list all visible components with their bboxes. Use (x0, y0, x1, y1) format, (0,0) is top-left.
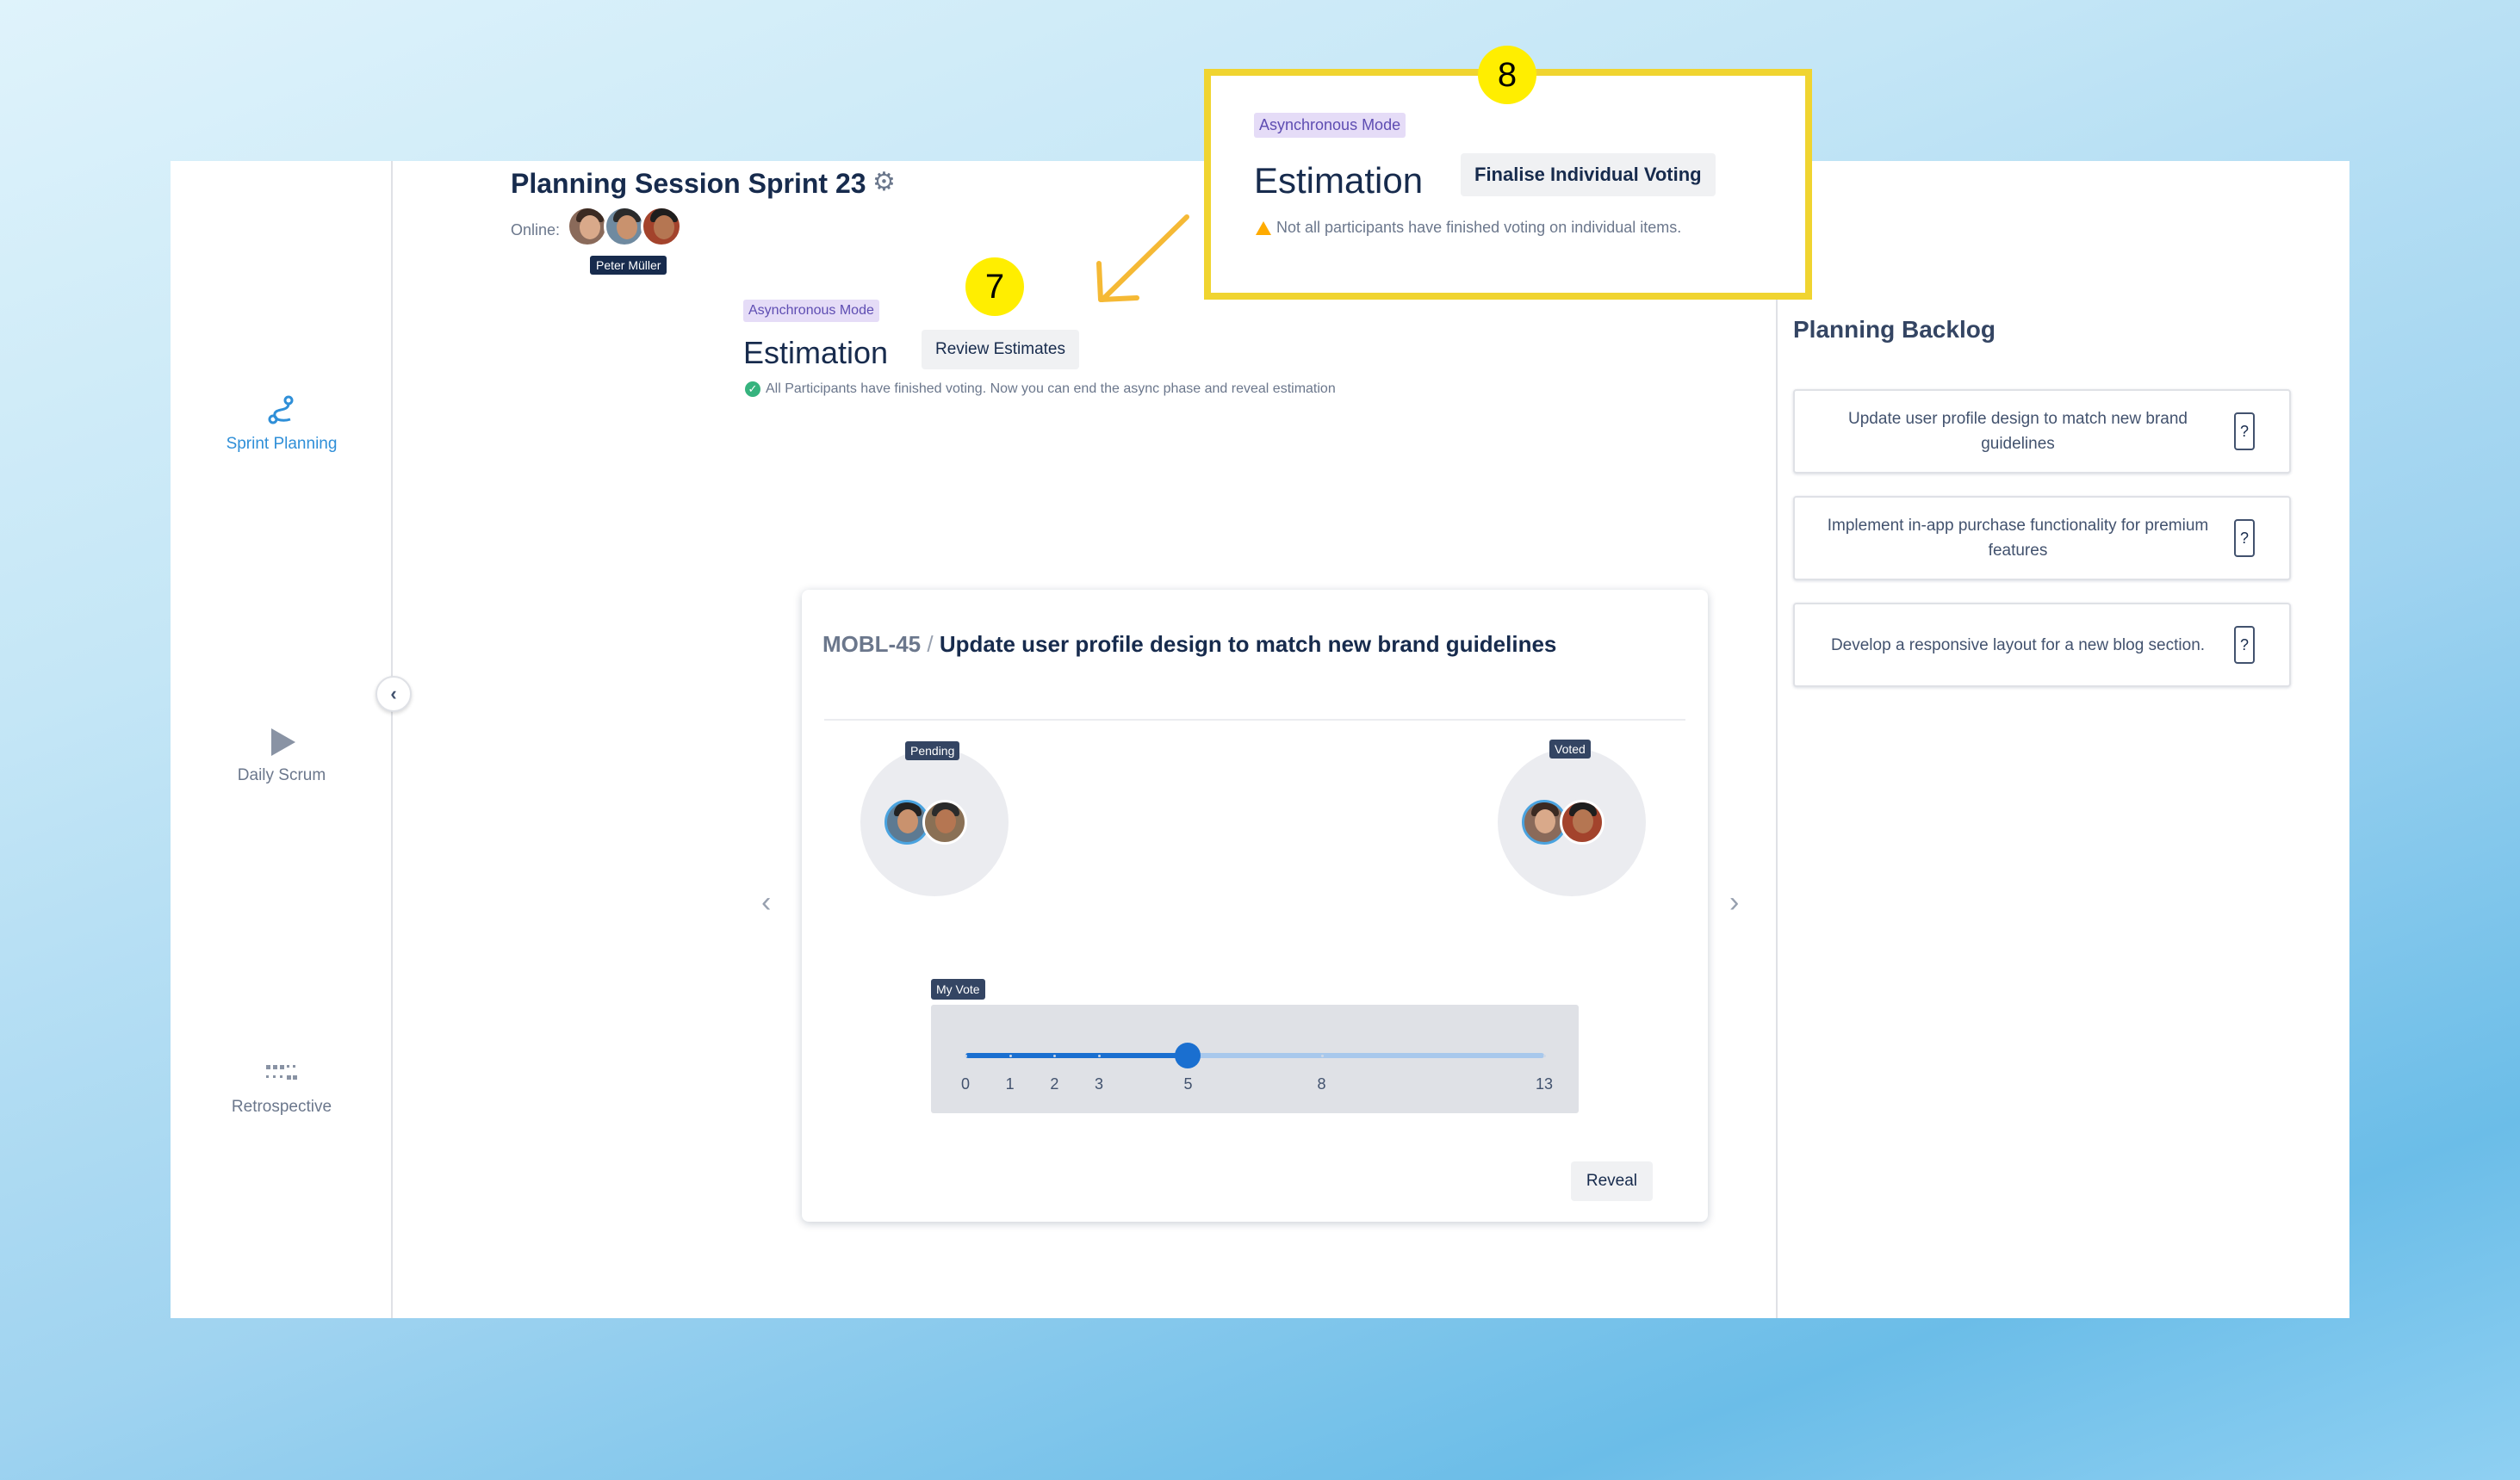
tick-label[interactable]: 8 (1318, 1075, 1326, 1093)
tick-mark (965, 1055, 967, 1057)
async-mode-badge: Asynchronous Mode (743, 300, 879, 322)
annotation-arrow-icon (1096, 214, 1189, 302)
tick-label[interactable]: 13 (1536, 1075, 1553, 1093)
backlog-item-text: Develop a responsive layout for a new bl… (1830, 635, 2206, 654)
tick-label[interactable]: 3 (1095, 1075, 1103, 1093)
review-estimates-button[interactable]: Review Estimates (922, 330, 1079, 369)
backlog-item-text: Update user profile design to match new … (1848, 410, 2188, 453)
avatar (1560, 800, 1604, 845)
online-label: Online: (511, 221, 561, 238)
tick-mark (1543, 1055, 1546, 1057)
check-circle-icon: ✓ (745, 381, 760, 397)
finalise-voting-button[interactable]: Finalise Individual Voting (1461, 153, 1716, 196)
chevron-left-icon: ‹ (390, 683, 397, 704)
backlog-item-text: Implement in-app purchase functionality … (1827, 517, 2209, 560)
step-7-badge: 7 (965, 257, 1024, 316)
backlog-title: Planning Backlog (1793, 316, 1996, 343)
avatar-tooltip: Peter Müller (590, 256, 667, 275)
left-nav: Sprint Planning Daily Scrum Retrospectiv… (171, 161, 393, 1318)
nav-label: Retrospective (231, 1098, 332, 1116)
vote-slider[interactable]: 0 1 2 3 5 8 13 (931, 1005, 1579, 1113)
tick-label[interactable]: 0 (961, 1075, 970, 1093)
avatar[interactable] (604, 206, 645, 247)
tick-mark (1009, 1055, 1012, 1057)
title-separator: / (927, 631, 934, 657)
slider-fill (965, 1053, 1189, 1058)
my-vote-label: My Vote (931, 979, 985, 1000)
app-window: Sprint Planning Daily Scrum Retrospectiv… (171, 161, 2349, 1318)
estimation-heading: Estimation (743, 335, 889, 370)
warning-status: Not all participants have finished votin… (1256, 219, 1681, 237)
avatar (922, 800, 967, 845)
nav-label: Daily Scrum (237, 766, 326, 784)
warning-icon (1256, 220, 1271, 235)
pending-label: Pending (905, 741, 960, 760)
gear-icon[interactable]: ⚙ (872, 170, 898, 195)
slider-thumb[interactable] (1175, 1043, 1201, 1068)
voted-bubble (1498, 748, 1646, 896)
grid-dots-icon (266, 1065, 297, 1080)
tick-label[interactable]: 1 (1006, 1075, 1015, 1093)
tick-label[interactable]: 2 (1050, 1075, 1058, 1093)
async-mode-badge: Asynchronous Mode (1254, 113, 1406, 138)
voted-label: Voted (1549, 740, 1591, 759)
tick-mark (1320, 1055, 1324, 1057)
reveal-button[interactable]: Reveal (1570, 1161, 1653, 1201)
issue-title: MOBL-45 / Update user profile design to … (822, 631, 1556, 658)
card-divider (824, 719, 1685, 721)
nav-label: Sprint Planning (226, 435, 338, 453)
issue-key[interactable]: MOBL-45 (822, 631, 921, 657)
voting-card: MOBL-45 / Update user profile design to … (802, 590, 1708, 1222)
page-title: Planning Session Sprint 23 (511, 168, 866, 199)
sprint-planning-icon (268, 395, 294, 424)
pending-bubble (860, 748, 1009, 896)
avatar[interactable] (567, 206, 608, 247)
chevron-left-icon[interactable]: ‹ (761, 886, 771, 920)
play-icon (271, 728, 295, 756)
nav-item-retrospective[interactable]: Retrospective (171, 1056, 393, 1117)
estimate-badge: ? (2234, 519, 2255, 557)
chevron-right-icon[interactable]: › (1729, 886, 1739, 920)
status-text: All Participants have finished voting. N… (766, 381, 1336, 396)
warning-text: Not all participants have finished votin… (1276, 219, 1682, 236)
backlog-item[interactable]: Update user profile design to match new … (1793, 389, 2291, 474)
backlog-item[interactable]: Develop a responsive layout for a new bl… (1793, 603, 2291, 687)
estimate-badge: ? (2234, 412, 2255, 450)
slider-track[interactable] (965, 1053, 1544, 1058)
estimation-heading: Estimation (1254, 160, 1424, 201)
estimation-status: ✓ All Participants have finished voting.… (745, 381, 1336, 397)
nav-item-sprint-planning[interactable]: Sprint Planning (171, 393, 393, 454)
issue-summary: Update user profile design to match new … (939, 631, 1557, 657)
collapse-sidebar-button[interactable]: ‹ (376, 676, 412, 712)
backlog-item[interactable]: Implement in-app purchase functionality … (1793, 496, 2291, 580)
nav-item-daily-scrum[interactable]: Daily Scrum (171, 725, 393, 785)
tick-label[interactable]: 5 (1183, 1075, 1192, 1093)
estimate-badge: ? (2234, 626, 2255, 664)
avatar[interactable] (641, 206, 682, 247)
step-8-badge: 8 (1478, 46, 1536, 104)
backlog-divider (1776, 161, 1778, 1318)
